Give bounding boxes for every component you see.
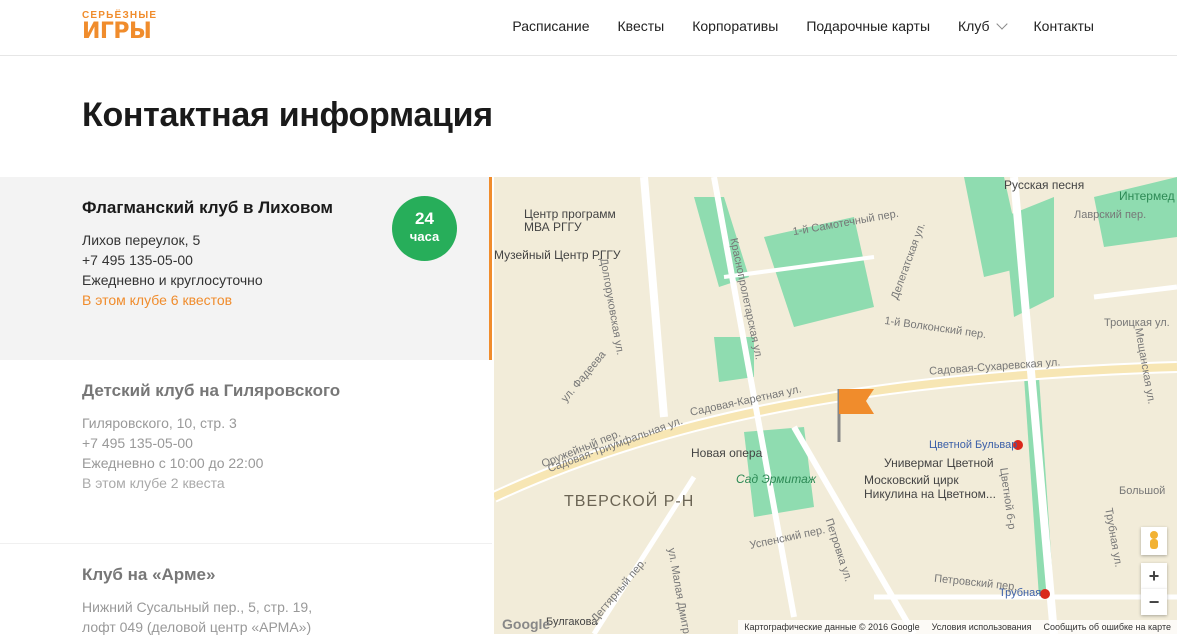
- google-logo: Google: [502, 616, 551, 632]
- club-hours: Ежедневно с 10:00 до 22:00: [82, 455, 264, 471]
- page-title: Контактная информация: [82, 96, 493, 134]
- map-terms-link[interactable]: Условия использования: [932, 620, 1032, 634]
- site-header: СЕРЬЁЗНЫЕ ИГРЫ Расписание Квесты Корпора…: [0, 0, 1177, 56]
- nav-club[interactable]: Клуб: [958, 18, 1008, 34]
- chevron-down-icon: [995, 18, 1008, 30]
- club-hours: Ежедневно и круглосуточно: [82, 272, 263, 288]
- open-24h-badge: 24 часа: [392, 196, 457, 261]
- club-name: Клуб на «Арме»: [82, 565, 216, 584]
- zoom-in-button[interactable]: +: [1141, 563, 1167, 589]
- map-data-credit: Картографические данные © 2016 Google: [744, 622, 920, 632]
- main-nav: Расписание Квесты Корпоративы Подарочные…: [484, 18, 1094, 34]
- club-quests-link[interactable]: В этом клубе 6 квестов: [82, 290, 489, 310]
- badge-text: часа: [409, 229, 440, 244]
- nav-contacts[interactable]: Контакты: [1034, 18, 1094, 34]
- club-address: Нижний Сусальный пер., 5, стр. 19,: [82, 599, 313, 615]
- map-label-russkaya-pesnya: Русская песня: [1004, 178, 1085, 192]
- club-card-gilyarovskogo[interactable]: Детский клуб на Гиляровского Гиляровског…: [0, 360, 492, 544]
- club-card-likhov[interactable]: Флагманский клуб в Лиховом Лихов переуло…: [0, 177, 492, 360]
- badge-number: 24: [415, 209, 434, 228]
- map-report-error-link[interactable]: Сообщить об ошибке на карте: [1044, 620, 1171, 634]
- map-label-intermed: Интермед: [1119, 189, 1175, 203]
- map[interactable]: Русская песня Интермед Центр программ МВА…: [494, 177, 1177, 634]
- map-label-lavrsky: Лаврский пер.: [1074, 209, 1147, 221]
- nav-club-label: Клуб: [958, 18, 990, 34]
- club-address-line2: лофт 049 (деловой центр «АРМА»): [82, 619, 312, 635]
- nav-schedule[interactable]: Расписание: [512, 18, 589, 34]
- map-canvas: [494, 177, 1177, 634]
- zoom-out-button[interactable]: −: [1141, 589, 1167, 615]
- map-label-bolshoy: Большой: [1119, 485, 1166, 497]
- site-logo[interactable]: СЕРЬЁЗНЫЕ ИГРЫ: [82, 10, 172, 46]
- nav-quests[interactable]: Квесты: [618, 18, 665, 34]
- club-card-arma[interactable]: Клуб на «Арме» Нижний Сусальный пер., 5,…: [0, 544, 492, 635]
- map-attribution: Картографические данные © 2016 Google Ус…: [738, 620, 1177, 634]
- map-label-tverskoy: ТВЕРСКОЙ Р-Н: [564, 493, 695, 510]
- map-label-sad-ermitazh: Сад Эрмитаж: [736, 472, 816, 486]
- club-quests-link[interactable]: В этом клубе 2 квеста: [82, 473, 492, 493]
- map-label-circus: Московский цирк Никулина на Цветном...: [864, 473, 996, 501]
- club-address: Гиляровского, 10, стр. 3: [82, 415, 237, 431]
- map-label-center-mva: Центр программ МВА РГГУ: [524, 207, 616, 234]
- nav-corporate[interactable]: Корпоративы: [692, 18, 778, 34]
- club-phone[interactable]: +7 495 135-05-00: [82, 433, 492, 453]
- map-label-univermag: Универмаг Цветной: [884, 456, 994, 470]
- logo-bottom-text: ИГРЫ: [82, 19, 152, 44]
- club-name: Детский клуб на Гиляровского: [82, 381, 341, 400]
- map-label-novaya-opera: Новая опера: [691, 446, 763, 460]
- map-label-tsvetnoy-bulvar: Цветной Бульвар: [929, 439, 1018, 451]
- street-view-pegman-icon[interactable]: [1141, 527, 1167, 555]
- nav-gift-cards[interactable]: Подарочные карты: [806, 18, 930, 34]
